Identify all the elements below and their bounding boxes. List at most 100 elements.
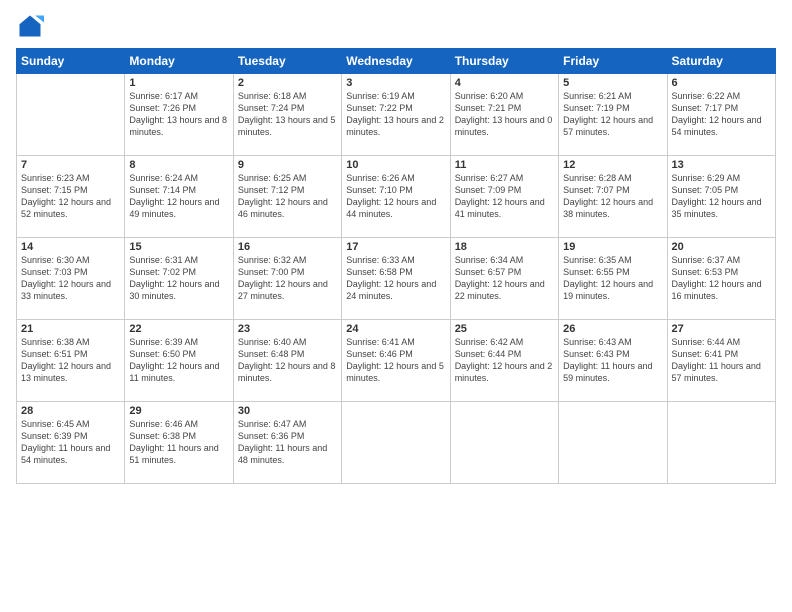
- day-number: 16: [238, 241, 337, 253]
- calendar-cell: 7Sunrise: 6:23 AMSunset: 7:15 PMDaylight…: [17, 156, 125, 238]
- calendar-cell: 16Sunrise: 6:32 AMSunset: 7:00 PMDayligh…: [233, 238, 341, 320]
- calendar-cell: 14Sunrise: 6:30 AMSunset: 7:03 PMDayligh…: [17, 238, 125, 320]
- calendar-cell: 25Sunrise: 6:42 AMSunset: 6:44 PMDayligh…: [450, 320, 558, 402]
- calendar-cell: 26Sunrise: 6:43 AMSunset: 6:43 PMDayligh…: [559, 320, 667, 402]
- header: [16, 12, 776, 40]
- cell-info: Sunrise: 6:41 AMSunset: 6:46 PMDaylight:…: [346, 336, 445, 385]
- calendar-week-row: 28Sunrise: 6:45 AMSunset: 6:39 PMDayligh…: [17, 402, 776, 484]
- calendar-table: SundayMondayTuesdayWednesdayThursdayFrid…: [16, 48, 776, 484]
- calendar-cell: 23Sunrise: 6:40 AMSunset: 6:48 PMDayligh…: [233, 320, 341, 402]
- cell-info: Sunrise: 6:42 AMSunset: 6:44 PMDaylight:…: [455, 336, 554, 385]
- cell-info: Sunrise: 6:37 AMSunset: 6:53 PMDaylight:…: [672, 254, 771, 303]
- day-number: 18: [455, 241, 554, 253]
- cell-info: Sunrise: 6:28 AMSunset: 7:07 PMDaylight:…: [563, 172, 662, 221]
- cell-info: Sunrise: 6:30 AMSunset: 7:03 PMDaylight:…: [21, 254, 120, 303]
- cell-info: Sunrise: 6:26 AMSunset: 7:10 PMDaylight:…: [346, 172, 445, 221]
- logo-icon: [16, 12, 44, 40]
- cell-info: Sunrise: 6:24 AMSunset: 7:14 PMDaylight:…: [129, 172, 228, 221]
- calendar-cell: 6Sunrise: 6:22 AMSunset: 7:17 PMDaylight…: [667, 74, 775, 156]
- cell-info: Sunrise: 6:27 AMSunset: 7:09 PMDaylight:…: [455, 172, 554, 221]
- calendar-cell: [667, 402, 775, 484]
- calendar-week-row: 7Sunrise: 6:23 AMSunset: 7:15 PMDaylight…: [17, 156, 776, 238]
- page-container: SundayMondayTuesdayWednesdayThursdayFrid…: [0, 0, 792, 612]
- calendar-cell: [342, 402, 450, 484]
- calendar-cell: 4Sunrise: 6:20 AMSunset: 7:21 PMDaylight…: [450, 74, 558, 156]
- day-number: 14: [21, 241, 120, 253]
- cell-info: Sunrise: 6:39 AMSunset: 6:50 PMDaylight:…: [129, 336, 228, 385]
- calendar-cell: [17, 74, 125, 156]
- cell-info: Sunrise: 6:34 AMSunset: 6:57 PMDaylight:…: [455, 254, 554, 303]
- day-number: 25: [455, 323, 554, 335]
- cell-info: Sunrise: 6:32 AMSunset: 7:00 PMDaylight:…: [238, 254, 337, 303]
- day-number: 27: [672, 323, 771, 335]
- cell-info: Sunrise: 6:46 AMSunset: 6:38 PMDaylight:…: [129, 418, 228, 467]
- cell-info: Sunrise: 6:47 AMSunset: 6:36 PMDaylight:…: [238, 418, 337, 467]
- calendar-week-row: 14Sunrise: 6:30 AMSunset: 7:03 PMDayligh…: [17, 238, 776, 320]
- day-number: 13: [672, 159, 771, 171]
- weekday-header: Monday: [125, 49, 233, 74]
- cell-info: Sunrise: 6:21 AMSunset: 7:19 PMDaylight:…: [563, 90, 662, 139]
- day-number: 10: [346, 159, 445, 171]
- day-number: 26: [563, 323, 662, 335]
- calendar-cell: 5Sunrise: 6:21 AMSunset: 7:19 PMDaylight…: [559, 74, 667, 156]
- calendar-cell: 20Sunrise: 6:37 AMSunset: 6:53 PMDayligh…: [667, 238, 775, 320]
- day-number: 19: [563, 241, 662, 253]
- calendar-cell: [559, 402, 667, 484]
- weekday-header-row: SundayMondayTuesdayWednesdayThursdayFrid…: [17, 49, 776, 74]
- calendar-cell: 30Sunrise: 6:47 AMSunset: 6:36 PMDayligh…: [233, 402, 341, 484]
- day-number: 15: [129, 241, 228, 253]
- cell-info: Sunrise: 6:18 AMSunset: 7:24 PMDaylight:…: [238, 90, 337, 139]
- calendar-cell: 13Sunrise: 6:29 AMSunset: 7:05 PMDayligh…: [667, 156, 775, 238]
- day-number: 20: [672, 241, 771, 253]
- cell-info: Sunrise: 6:19 AMSunset: 7:22 PMDaylight:…: [346, 90, 445, 139]
- day-number: 24: [346, 323, 445, 335]
- logo: [16, 12, 48, 40]
- cell-info: Sunrise: 6:45 AMSunset: 6:39 PMDaylight:…: [21, 418, 120, 467]
- calendar-cell: 3Sunrise: 6:19 AMSunset: 7:22 PMDaylight…: [342, 74, 450, 156]
- day-number: 30: [238, 405, 337, 417]
- calendar-cell: 24Sunrise: 6:41 AMSunset: 6:46 PMDayligh…: [342, 320, 450, 402]
- cell-info: Sunrise: 6:20 AMSunset: 7:21 PMDaylight:…: [455, 90, 554, 139]
- cell-info: Sunrise: 6:33 AMSunset: 6:58 PMDaylight:…: [346, 254, 445, 303]
- calendar-cell: [450, 402, 558, 484]
- calendar-cell: 9Sunrise: 6:25 AMSunset: 7:12 PMDaylight…: [233, 156, 341, 238]
- day-number: 1: [129, 77, 228, 89]
- calendar-cell: 17Sunrise: 6:33 AMSunset: 6:58 PMDayligh…: [342, 238, 450, 320]
- calendar-cell: 12Sunrise: 6:28 AMSunset: 7:07 PMDayligh…: [559, 156, 667, 238]
- calendar-cell: 15Sunrise: 6:31 AMSunset: 7:02 PMDayligh…: [125, 238, 233, 320]
- day-number: 2: [238, 77, 337, 89]
- calendar-week-row: 1Sunrise: 6:17 AMSunset: 7:26 PMDaylight…: [17, 74, 776, 156]
- cell-info: Sunrise: 6:22 AMSunset: 7:17 PMDaylight:…: [672, 90, 771, 139]
- weekday-header: Saturday: [667, 49, 775, 74]
- day-number: 8: [129, 159, 228, 171]
- day-number: 4: [455, 77, 554, 89]
- cell-info: Sunrise: 6:43 AMSunset: 6:43 PMDaylight:…: [563, 336, 662, 385]
- calendar-cell: 27Sunrise: 6:44 AMSunset: 6:41 PMDayligh…: [667, 320, 775, 402]
- day-number: 9: [238, 159, 337, 171]
- weekday-header: Thursday: [450, 49, 558, 74]
- calendar-cell: 1Sunrise: 6:17 AMSunset: 7:26 PMDaylight…: [125, 74, 233, 156]
- cell-info: Sunrise: 6:40 AMSunset: 6:48 PMDaylight:…: [238, 336, 337, 385]
- day-number: 11: [455, 159, 554, 171]
- cell-info: Sunrise: 6:17 AMSunset: 7:26 PMDaylight:…: [129, 90, 228, 139]
- calendar-cell: 18Sunrise: 6:34 AMSunset: 6:57 PMDayligh…: [450, 238, 558, 320]
- cell-info: Sunrise: 6:38 AMSunset: 6:51 PMDaylight:…: [21, 336, 120, 385]
- calendar-cell: 28Sunrise: 6:45 AMSunset: 6:39 PMDayligh…: [17, 402, 125, 484]
- calendar-cell: 10Sunrise: 6:26 AMSunset: 7:10 PMDayligh…: [342, 156, 450, 238]
- day-number: 28: [21, 405, 120, 417]
- calendar-cell: 21Sunrise: 6:38 AMSunset: 6:51 PMDayligh…: [17, 320, 125, 402]
- calendar-week-row: 21Sunrise: 6:38 AMSunset: 6:51 PMDayligh…: [17, 320, 776, 402]
- weekday-header: Friday: [559, 49, 667, 74]
- weekday-header: Wednesday: [342, 49, 450, 74]
- calendar-cell: 29Sunrise: 6:46 AMSunset: 6:38 PMDayligh…: [125, 402, 233, 484]
- day-number: 22: [129, 323, 228, 335]
- cell-info: Sunrise: 6:23 AMSunset: 7:15 PMDaylight:…: [21, 172, 120, 221]
- day-number: 6: [672, 77, 771, 89]
- calendar-cell: 2Sunrise: 6:18 AMSunset: 7:24 PMDaylight…: [233, 74, 341, 156]
- weekday-header: Sunday: [17, 49, 125, 74]
- day-number: 21: [21, 323, 120, 335]
- cell-info: Sunrise: 6:35 AMSunset: 6:55 PMDaylight:…: [563, 254, 662, 303]
- day-number: 23: [238, 323, 337, 335]
- cell-info: Sunrise: 6:29 AMSunset: 7:05 PMDaylight:…: [672, 172, 771, 221]
- cell-info: Sunrise: 6:31 AMSunset: 7:02 PMDaylight:…: [129, 254, 228, 303]
